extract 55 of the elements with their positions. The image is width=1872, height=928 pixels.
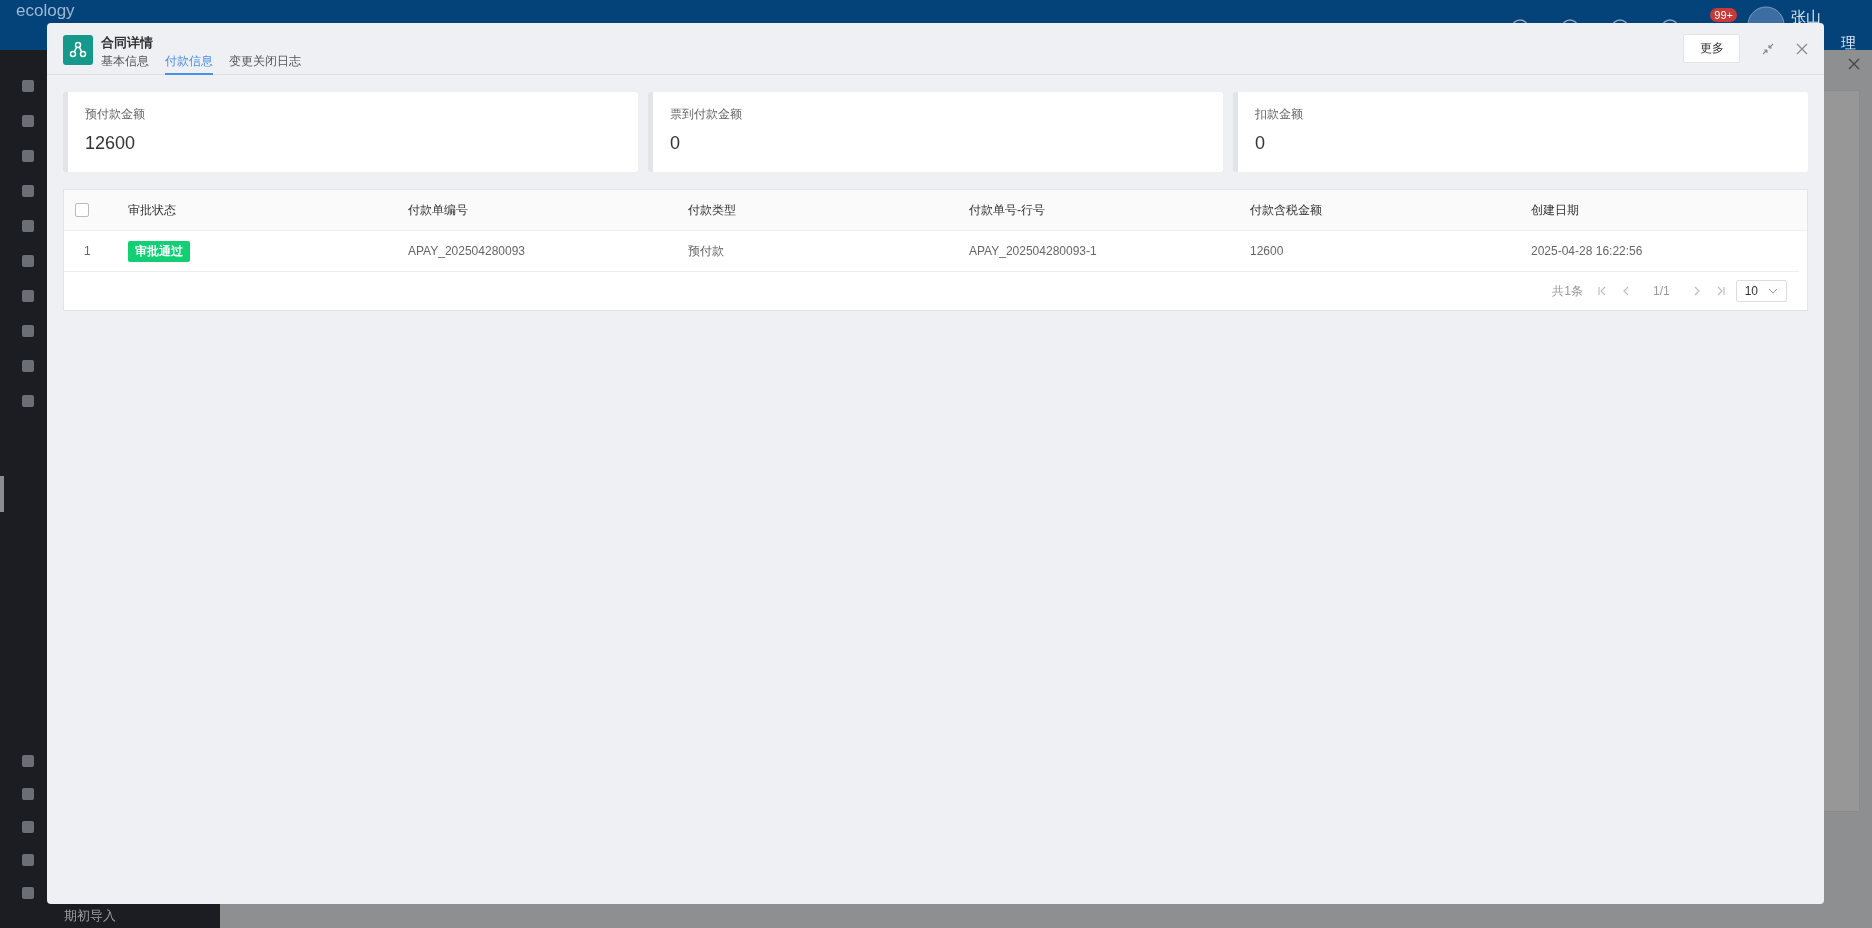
last-page-icon[interactable] [1715, 286, 1726, 296]
card-value: 0 [1255, 133, 1265, 154]
header-link[interactable]: 理 [1841, 34, 1856, 53]
menu-icon[interactable] [21, 114, 35, 128]
caret-icon [1768, 288, 1778, 294]
row-number: 1 [84, 244, 91, 258]
menu-icon[interactable] [21, 254, 35, 268]
first-page-icon[interactable] [1596, 286, 1607, 296]
card-value: 12600 [85, 133, 136, 154]
column-header: 付款含税金额 [1250, 201, 1322, 219]
tab[interactable]: 变更关闭日志 [229, 53, 301, 75]
page-indicator: 1/1 [1652, 284, 1670, 298]
table-cell: APAY_202504280093-1 [969, 244, 1097, 258]
menu-icon[interactable] [21, 359, 35, 373]
table-cell: 2025-04-28 16:22:56 [1531, 244, 1643, 258]
card-label: 预付款金额 [85, 106, 145, 123]
logo[interactable]: ecology [16, 2, 75, 20]
menu-icon[interactable] [21, 149, 35, 163]
table-cell: APAY_202504280093 [408, 244, 525, 258]
card-value: 0 [670, 133, 680, 154]
menu-item[interactable]: 期初导入 [64, 908, 116, 924]
dialog-title: 合同详情 [101, 35, 154, 51]
table-cell: 12600 [1250, 244, 1284, 258]
menu-icon[interactable] [21, 79, 35, 93]
card-label: 票到付款金额 [670, 106, 742, 123]
column-header: 付款单号-行号 [969, 201, 1045, 219]
menu-icon[interactable] [21, 886, 35, 900]
column-header: 付款类型 [688, 201, 736, 219]
column-header: 创建日期 [1531, 201, 1579, 219]
menu-icon[interactable] [21, 324, 35, 338]
active-indicator [0, 476, 4, 512]
menu-icon[interactable] [21, 394, 35, 408]
table-cell: 预付款 [688, 242, 724, 260]
column-header: 审批状态 [128, 201, 176, 219]
status-tag: 审批通过 [128, 240, 190, 262]
menu-icon[interactable] [21, 184, 35, 198]
menu-icon[interactable] [21, 219, 35, 233]
menu-icon[interactable] [21, 820, 35, 834]
menu-icon[interactable] [21, 754, 35, 768]
app-icon [63, 35, 93, 65]
card-label: 扣款金额 [1255, 106, 1303, 123]
more-button[interactable]: 更多 [1683, 34, 1740, 63]
menu-icon[interactable] [21, 787, 35, 801]
checkbox[interactable] [75, 203, 89, 217]
close-icon[interactable] [1796, 42, 1808, 55]
close-icon[interactable] [1848, 58, 1860, 70]
user-name[interactable]: 张山 [1791, 8, 1821, 27]
column-header: 付款单编号 [408, 201, 468, 219]
notification-badge: 99+ [1710, 8, 1737, 22]
menu-icon[interactable] [21, 853, 35, 867]
menu-icon[interactable] [21, 289, 35, 303]
tab[interactable]: 基本信息 [101, 53, 149, 75]
collapse-icon[interactable] [1762, 42, 1774, 55]
page-size-select[interactable]: 10 [1735, 280, 1787, 302]
total-count: 共1条 [1552, 282, 1583, 300]
